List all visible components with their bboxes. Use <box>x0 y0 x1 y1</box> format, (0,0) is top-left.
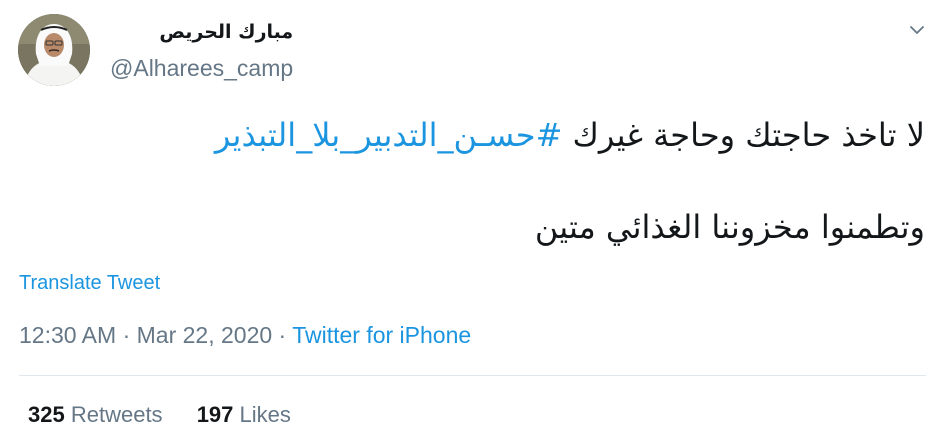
likes-label: Likes <box>239 402 291 427</box>
likes-stat[interactable]: 197 Likes <box>197 402 291 427</box>
retweets-stat[interactable]: 325 Retweets <box>28 402 163 427</box>
tweet-time[interactable]: 12:30 AM <box>19 322 116 348</box>
tweet-date[interactable]: Mar 22, 2020 <box>137 322 273 348</box>
chevron-down-icon <box>910 26 924 34</box>
hashtag-link[interactable]: #حسـن_التدبير_بلا_التبذير <box>215 116 563 154</box>
translate-tweet-link[interactable]: Translate Tweet <box>19 270 160 296</box>
tweet-author[interactable]: مبارك الحريص @Alharees_camp <box>110 18 293 84</box>
retweets-count: 325 <box>28 402 65 427</box>
tweet-line-2: وتطمنوا مخزوننا الغذائي متين <box>534 208 925 246</box>
retweets-label: Retweets <box>70 402 163 427</box>
tweet-source-link[interactable]: Twitter for iPhone <box>292 322 471 348</box>
tweet-stats: 325 Retweets 197 Likes <box>28 400 319 430</box>
tweet-text: لا تاخذ حاجتك وحاجة غيرك #حسـن_التدبير_ب… <box>20 112 925 250</box>
likes-count: 197 <box>196 402 234 427</box>
tweet-meta: 12:30 AM · Mar 22, 2020 · Twitter for iP… <box>19 320 471 350</box>
meta-separator: · <box>116 322 137 348</box>
tweet-line-1: لا تاخذ حاجتك وحاجة غيرك #حسـن_التدبير_ب… <box>20 112 925 158</box>
more-options-button[interactable] <box>907 20 927 40</box>
author-display-name[interactable]: مبارك الحريص <box>110 18 293 46</box>
avatar[interactable] <box>18 14 90 86</box>
meta-separator: · <box>272 322 293 348</box>
profile-photo <box>18 14 90 86</box>
divider <box>19 375 926 376</box>
author-handle[interactable]: @Alharees_camp <box>110 52 293 84</box>
tweet-text-segment: لا تاخذ حاجتك وحاجة غيرك <box>562 116 925 154</box>
